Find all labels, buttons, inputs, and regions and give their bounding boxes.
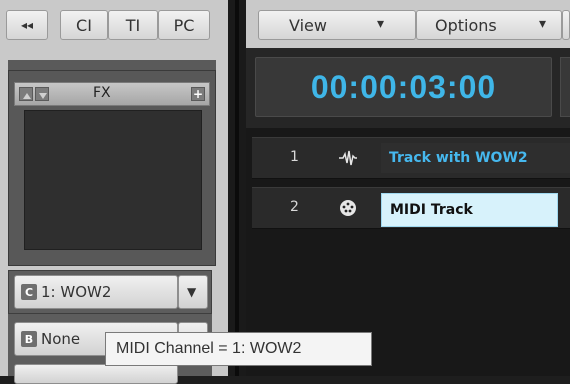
- waveform-icon: [338, 148, 358, 168]
- panel-separator: [8, 60, 216, 70]
- options-arrow-icon: ▾: [539, 16, 547, 32]
- track-number: 2: [290, 199, 299, 215]
- view-menu[interactable]: View ▾: [258, 10, 416, 40]
- tab-ci[interactable]: CI: [60, 10, 108, 40]
- output-value: None: [41, 330, 81, 348]
- menu-overflow[interactable]: [562, 10, 570, 40]
- midi-icon: [338, 198, 358, 218]
- tooltip: MIDI Channel = 1: WOW2: [105, 332, 372, 366]
- double-left-arrow-icon: ◂◂: [20, 18, 34, 32]
- options-menu[interactable]: Options ▾: [416, 10, 562, 40]
- c-badge-icon: C: [21, 284, 37, 300]
- track-name-input[interactable]: MIDI Track: [381, 193, 558, 227]
- tab-ti[interactable]: TI: [108, 10, 158, 40]
- track-name[interactable]: Track with WOW2: [381, 143, 570, 173]
- chevron-down-icon: ▼: [187, 285, 197, 299]
- time-display-secondary[interactable]: [560, 57, 570, 117]
- move-down-icon[interactable]: [35, 87, 49, 101]
- collapse-button[interactable]: ◂◂: [6, 10, 48, 40]
- midi-input-value: 1: WOW2: [41, 283, 112, 301]
- fx-header: FX +: [14, 82, 210, 106]
- midi-input-arrow-button[interactable]: ▼: [178, 275, 208, 309]
- add-fx-icon[interactable]: +: [191, 87, 205, 101]
- time-display[interactable]: 00:00:03:00: [255, 57, 552, 117]
- move-up-icon[interactable]: [19, 87, 33, 101]
- view-label: View: [289, 15, 327, 35]
- midi-input-dropdown[interactable]: C 1: WOW2: [14, 275, 178, 309]
- third-dropdown[interactable]: [14, 364, 178, 384]
- fx-list[interactable]: [24, 110, 202, 250]
- fx-label: FX: [93, 85, 111, 101]
- options-label: Options: [435, 15, 497, 35]
- b-badge-icon: B: [21, 331, 37, 347]
- tab-pc[interactable]: PC: [158, 10, 210, 40]
- track-number: 1: [290, 149, 299, 165]
- view-arrow-icon: ▾: [377, 16, 385, 32]
- panel-divider[interactable]: [228, 0, 246, 376]
